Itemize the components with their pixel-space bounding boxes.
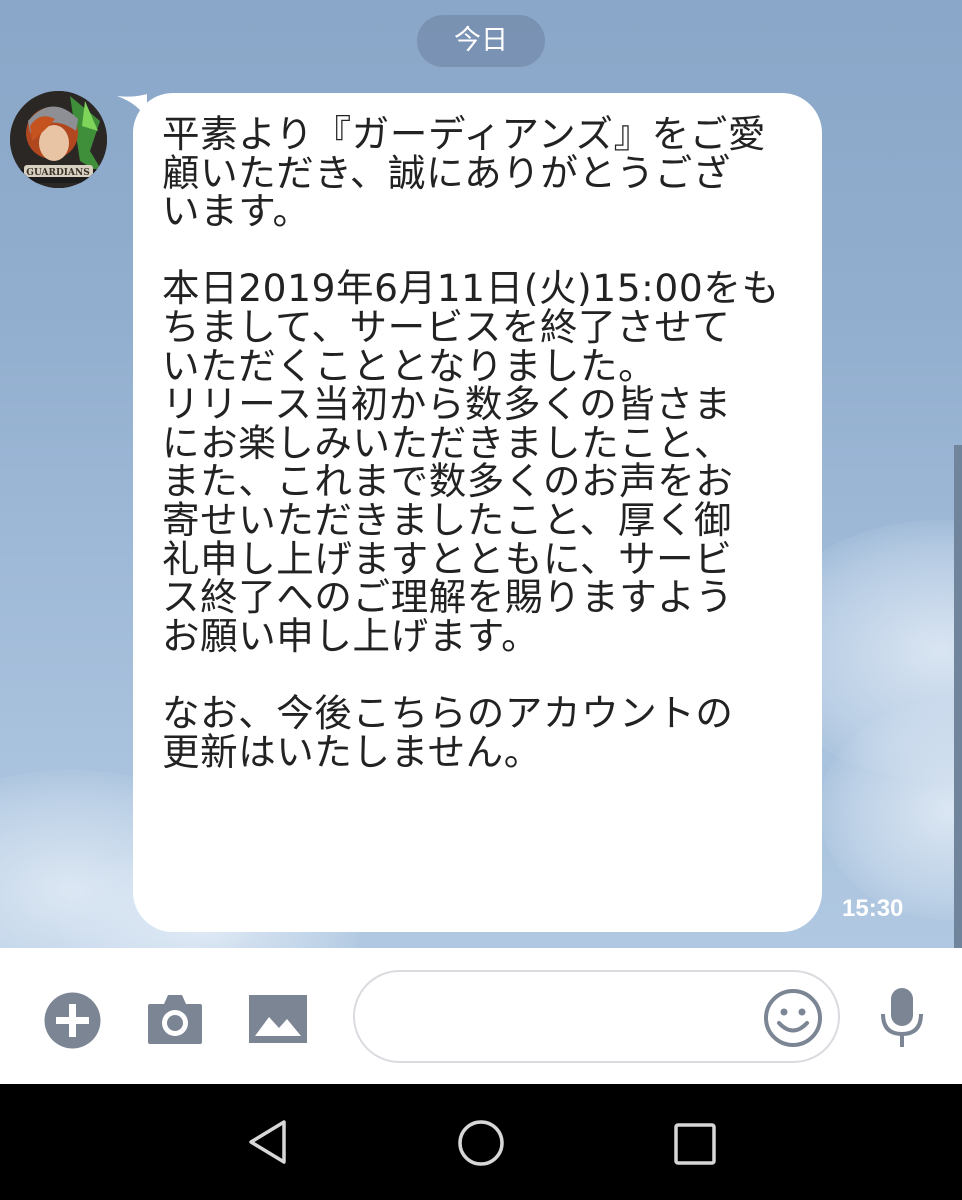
date-separator: 今日 [417,15,545,67]
back-icon[interactable] [246,1119,288,1165]
emoji-icon[interactable] [763,988,823,1048]
image-icon[interactable] [249,995,307,1043]
message-bubble[interactable]: 平素より『ガーディアンズ』をご愛 顧いただき、誠にありがとうござ います。 本日… [133,93,822,932]
camera-icon[interactable] [147,992,203,1044]
scrollbar[interactable] [954,445,962,948]
plus-icon[interactable] [44,992,101,1049]
recents-icon[interactable] [673,1122,717,1166]
microphone-icon[interactable] [878,986,926,1050]
home-icon[interactable] [457,1119,505,1167]
system-navigation-bar [0,1084,962,1200]
svg-text:GUARDIANS: GUARDIANS [26,168,89,178]
chat-area[interactable]: 今日 GUARDIANS 平素より『ガーディアンズ』をご愛 顧いただき、誠にあり… [0,0,962,948]
message-timestamp: 15:30 [842,895,904,922]
guardians-logo-avatar-icon: GUARDIANS [10,91,107,188]
sender-avatar[interactable]: GUARDIANS [10,91,107,188]
message-text: 平素より『ガーディアンズ』をご愛 顧いただき、誠にありがとうござ います。 本日… [162,112,780,774]
input-bar [0,948,962,1084]
